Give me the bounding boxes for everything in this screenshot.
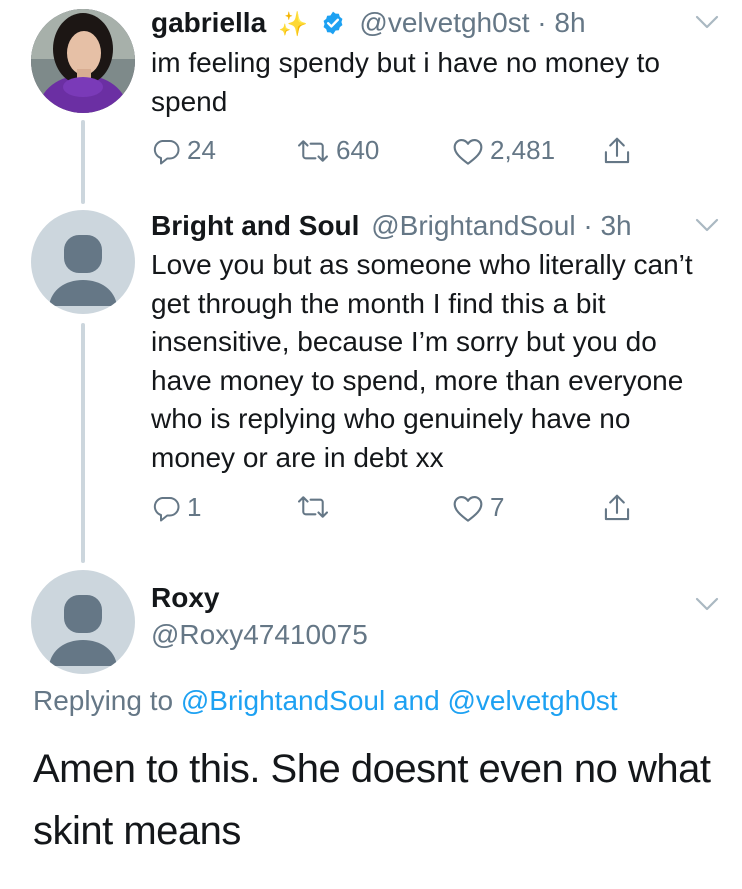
profile-photo bbox=[31, 9, 135, 113]
mention-link[interactable]: @velvetgh0st bbox=[447, 685, 617, 716]
user-handle[interactable]: @BrightandSoul bbox=[371, 210, 575, 241]
reply-count: 24 bbox=[187, 135, 216, 165]
display-name[interactable]: Bright and Soul bbox=[151, 210, 359, 241]
like-count: 2,481 bbox=[490, 135, 556, 165]
separator-dot: · bbox=[537, 7, 547, 38]
avatar[interactable] bbox=[31, 570, 135, 674]
reply-button[interactable]: 24 bbox=[151, 135, 216, 166]
share-icon bbox=[604, 137, 630, 164]
sparkles-emoji: ✨ bbox=[277, 11, 308, 38]
mention-link[interactable]: @BrightandSoul bbox=[181, 685, 385, 716]
reply-button[interactable]: 1 bbox=[151, 492, 201, 523]
thread-line-1 bbox=[81, 120, 85, 204]
replying-to-label: Replying to bbox=[33, 685, 174, 716]
separator-dot: · bbox=[583, 210, 593, 241]
user-handle[interactable]: @Roxy47410075 bbox=[151, 619, 368, 651]
like-count: 7 bbox=[490, 492, 505, 522]
chevron-down-icon[interactable] bbox=[693, 594, 721, 614]
share-icon bbox=[604, 494, 630, 521]
display-name[interactable]: Roxy bbox=[151, 582, 219, 614]
conjunction-text: and bbox=[392, 685, 440, 716]
verified-badge-icon bbox=[323, 11, 343, 35]
user-handle[interactable]: @velvetgh0st bbox=[359, 7, 529, 38]
tweet-actions: 24 640 2,481 bbox=[151, 135, 671, 171]
share-button[interactable] bbox=[602, 135, 632, 167]
reply-icon bbox=[153, 496, 180, 521]
chevron-down-icon[interactable] bbox=[693, 215, 721, 235]
retweet-icon bbox=[298, 139, 328, 162]
retweet-button[interactable]: 640 bbox=[296, 135, 379, 166]
chevron-down-icon[interactable] bbox=[693, 12, 721, 32]
tweet-actions: 1 7 bbox=[151, 492, 671, 528]
tweet-text: Amen to this. She doesnt even no what sk… bbox=[33, 747, 711, 853]
avatar[interactable] bbox=[31, 9, 135, 113]
display-name[interactable]: gabriella bbox=[151, 7, 266, 38]
timestamp[interactable]: 8h bbox=[554, 7, 585, 38]
retweet-icon bbox=[298, 496, 328, 518]
like-icon bbox=[453, 138, 483, 165]
retweet-button[interactable] bbox=[296, 492, 336, 522]
tweet-text: im feeling spendy but i have no money to… bbox=[151, 47, 660, 117]
thread-line-2 bbox=[81, 323, 85, 563]
default-avatar-icon bbox=[49, 595, 117, 666]
reply-icon bbox=[153, 139, 180, 164]
reply-count: 1 bbox=[187, 492, 202, 522]
like-button[interactable]: 2,481 bbox=[452, 135, 555, 166]
like-icon bbox=[453, 495, 483, 522]
timestamp[interactable]: 3h bbox=[600, 210, 631, 241]
replying-to-line: Replying to @BrightandSoul and @velvetgh… bbox=[33, 685, 618, 717]
avatar[interactable] bbox=[31, 210, 135, 314]
tweet-header: gabriella ✨ @velvetgh0st · 8h bbox=[151, 6, 586, 42]
share-button[interactable] bbox=[602, 492, 632, 524]
tweet-text: Love you but as someone who literally ca… bbox=[151, 249, 693, 473]
like-button[interactable]: 7 bbox=[452, 492, 504, 523]
tweet-header: Bright and Soul @BrightandSoul · 3h bbox=[151, 209, 632, 243]
default-avatar-icon bbox=[49, 235, 117, 306]
retweet-count: 640 bbox=[336, 135, 380, 165]
